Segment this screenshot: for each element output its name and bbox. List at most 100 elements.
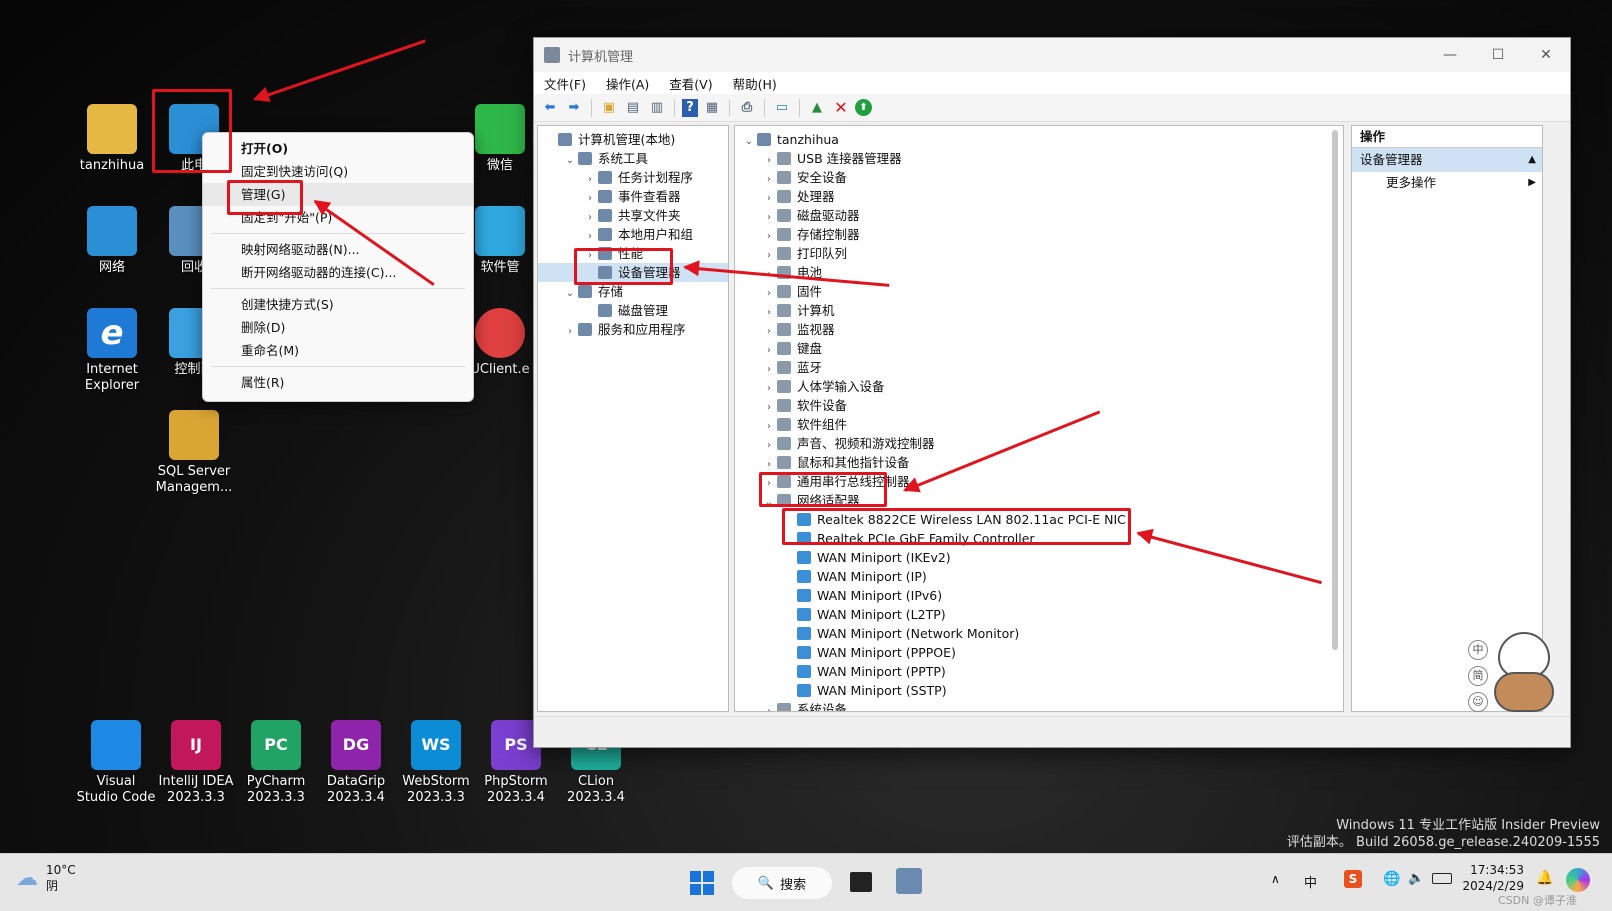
tree-node[interactable]: 设备管理器	[538, 263, 728, 282]
context-menu-item[interactable]: 重命名(M)	[203, 339, 473, 362]
title-bar[interactable]: 计算机管理 — ☐ ✕	[534, 38, 1570, 72]
console-tree-icon[interactable]: ▤	[623, 98, 643, 118]
collapse-icon[interactable]: ▲	[1528, 148, 1536, 172]
context-menu-item[interactable]: 固定到快速访问(Q)	[203, 160, 473, 183]
tree-node[interactable]: › 通用串行总线控制器	[735, 472, 1343, 491]
tree-node[interactable]: › 磁盘驱动器	[735, 206, 1343, 225]
sogou-input-icon[interactable]: S	[1344, 870, 1362, 888]
forward-icon[interactable]: ➡	[564, 98, 584, 118]
task-view-icon[interactable]	[850, 872, 872, 892]
desktop-icon-software-manager[interactable]: 软件管	[470, 206, 530, 276]
desktop-icon-internet-explorer[interactable]: e Internet Explorer	[72, 308, 152, 394]
computer-management-taskbar-icon[interactable]	[896, 868, 922, 894]
tree-node[interactable]: WAN Miniport (L2TP)	[735, 605, 1343, 624]
chevron-right-icon[interactable]: ›	[761, 702, 777, 711]
desktop-icon-datagrip[interactable]: DG DataGrip 2023.3.4	[316, 720, 396, 806]
desktop-icon-webstorm[interactable]: WS WebStorm 2023.3.3	[396, 720, 476, 806]
desktop-icon-user-folder[interactable]: tanzhihua	[72, 104, 152, 174]
properties-icon[interactable]: ▥	[647, 98, 667, 118]
desktop-icon-pycharm[interactable]: PC PyCharm 2023.3.3	[236, 720, 316, 806]
desktop-icon-wechat[interactable]: 微信	[470, 104, 530, 174]
print-icon[interactable]: ⎙	[737, 98, 757, 118]
ime-simplified-button[interactable]: 简	[1468, 666, 1488, 686]
network-tray-icon[interactable]: 🌐	[1383, 871, 1400, 887]
context-menu-item[interactable]: 断开网络驱动器的连接(C)...	[203, 261, 473, 284]
tree-node[interactable]: › 软件设备	[735, 396, 1343, 415]
tray-expand-icon[interactable]: ∧	[1271, 872, 1280, 886]
tree-node[interactable]: › 共享文件夹	[538, 206, 728, 225]
minimize-button[interactable]: —	[1426, 47, 1474, 63]
tree-node[interactable]: WAN Miniport (SSTP)	[735, 681, 1343, 700]
tree-node[interactable]: 磁盘管理	[538, 301, 728, 320]
scan-hardware-icon[interactable]: ▭	[772, 98, 792, 118]
battery-icon[interactable]	[1432, 873, 1452, 884]
tree-node[interactable]: ⌄ 网络适配器	[735, 491, 1343, 510]
ime-indicator[interactable]: 中	[1304, 872, 1317, 891]
tree-node[interactable]: › 监视器	[735, 320, 1343, 339]
chevron-right-icon[interactable]: ›	[562, 322, 578, 341]
tree-node[interactable]: › 服务和应用程序	[538, 320, 728, 339]
weather-widget[interactable]: ☁ 10°C 阴	[16, 862, 76, 894]
desktop-icon-sql-server[interactable]: SQL Server Managem...	[154, 410, 234, 496]
more-actions-item[interactable]: 更多操作 ▶	[1352, 172, 1542, 194]
up-folder-icon[interactable]: ▣	[599, 98, 619, 118]
tree-node[interactable]: ⌄ 系统工具	[538, 149, 728, 168]
volume-icon[interactable]: 🔈	[1408, 871, 1424, 886]
view-icon[interactable]: ▦	[702, 98, 722, 118]
menu-item[interactable]: 文件(F)	[544, 74, 586, 93]
context-menu-item[interactable]: 创建快捷方式(S)	[203, 293, 473, 316]
enable-device-icon[interactable]: ⬆	[855, 99, 872, 116]
tree-node[interactable]: › 处理器	[735, 187, 1343, 206]
tree-node[interactable]: WAN Miniport (IP)	[735, 567, 1343, 586]
tree-node[interactable]: ⌄ 存储	[538, 282, 728, 301]
tree-node[interactable]: › 性能	[538, 244, 728, 263]
desktop-icon-vscode[interactable]: Visual Studio Code	[76, 720, 156, 806]
help-icon[interactable]: ?	[682, 98, 698, 117]
tree-node[interactable]: › 系统设备	[735, 700, 1343, 711]
close-button[interactable]: ✕	[1522, 47, 1570, 63]
tree-node[interactable]: Realtek PCIe GbE Family Controller	[735, 529, 1343, 548]
ime-emoji-button[interactable]: ☺	[1468, 692, 1488, 712]
desktop-icon-intellij[interactable]: IJ IntelliJ IDEA 2023.3.3	[156, 720, 236, 806]
start-button[interactable]	[690, 871, 714, 895]
tree-node[interactable]: › 本地用户和组	[538, 225, 728, 244]
context-menu-item[interactable]: 打开(O)	[203, 137, 473, 160]
tree-node[interactable]: WAN Miniport (PPPOE)	[735, 643, 1343, 662]
context-menu-item[interactable]: 属性(R)	[203, 371, 473, 394]
notification-bell-icon[interactable]: 🔔	[1536, 870, 1553, 886]
menu-item[interactable]: 帮助(H)	[733, 74, 777, 93]
scrollbar[interactable]	[1332, 130, 1338, 650]
copilot-icon[interactable]	[1566, 868, 1590, 892]
tree-node[interactable]: › USB 连接器管理器	[735, 149, 1343, 168]
tree-node[interactable]: › 任务计划程序	[538, 168, 728, 187]
tree-node[interactable]: › 声音、视频和游戏控制器	[735, 434, 1343, 453]
tree-node[interactable]: › 蓝牙	[735, 358, 1343, 377]
context-menu-item[interactable]: 删除(D)	[203, 316, 473, 339]
tree-node[interactable]: › 打印队列	[735, 244, 1343, 263]
clock[interactable]: 17:34:53 2024/2/29	[1462, 862, 1524, 894]
tree-node[interactable]: › 鼠标和其他指针设备	[735, 453, 1343, 472]
update-driver-icon[interactable]: ▲	[807, 98, 827, 118]
tree-node[interactable]: › 固件	[735, 282, 1343, 301]
tree-node[interactable]: Realtek 8822CE Wireless LAN 802.11ac PCI…	[735, 510, 1343, 529]
tree-node[interactable]: › 软件组件	[735, 415, 1343, 434]
menu-item[interactable]: 查看(V)	[669, 74, 712, 93]
tree-node[interactable]: › 安全设备	[735, 168, 1343, 187]
tree-node[interactable]: › 键盘	[735, 339, 1343, 358]
tree-node[interactable]: › 事件查看器	[538, 187, 728, 206]
tree-node[interactable]: › 存储控制器	[735, 225, 1343, 244]
taskbar-search[interactable]: 🔍 搜索	[732, 867, 832, 899]
tree-node[interactable]: WAN Miniport (IKEv2)	[735, 548, 1343, 567]
actions-device-manager[interactable]: 设备管理器 ▲	[1352, 148, 1542, 172]
ime-chinese-button[interactable]: 中	[1468, 640, 1488, 660]
tree-node[interactable]: WAN Miniport (IPv6)	[735, 586, 1343, 605]
tree-node[interactable]: › 人体学输入设备	[735, 377, 1343, 396]
tree-node[interactable]: 计算机管理(本地)	[538, 130, 728, 149]
tree-node[interactable]: › 电池	[735, 263, 1343, 282]
tree-node[interactable]: WAN Miniport (Network Monitor)	[735, 624, 1343, 643]
maximize-button[interactable]: ☐	[1474, 47, 1522, 63]
context-menu-item[interactable]: 固定到"开始"(P)	[203, 206, 473, 229]
desktop-icon-uclient[interactable]: UClient.e	[470, 308, 530, 378]
uninstall-device-icon[interactable]: ✕	[831, 98, 851, 118]
context-menu-item[interactable]: 管理(G)	[203, 183, 473, 206]
